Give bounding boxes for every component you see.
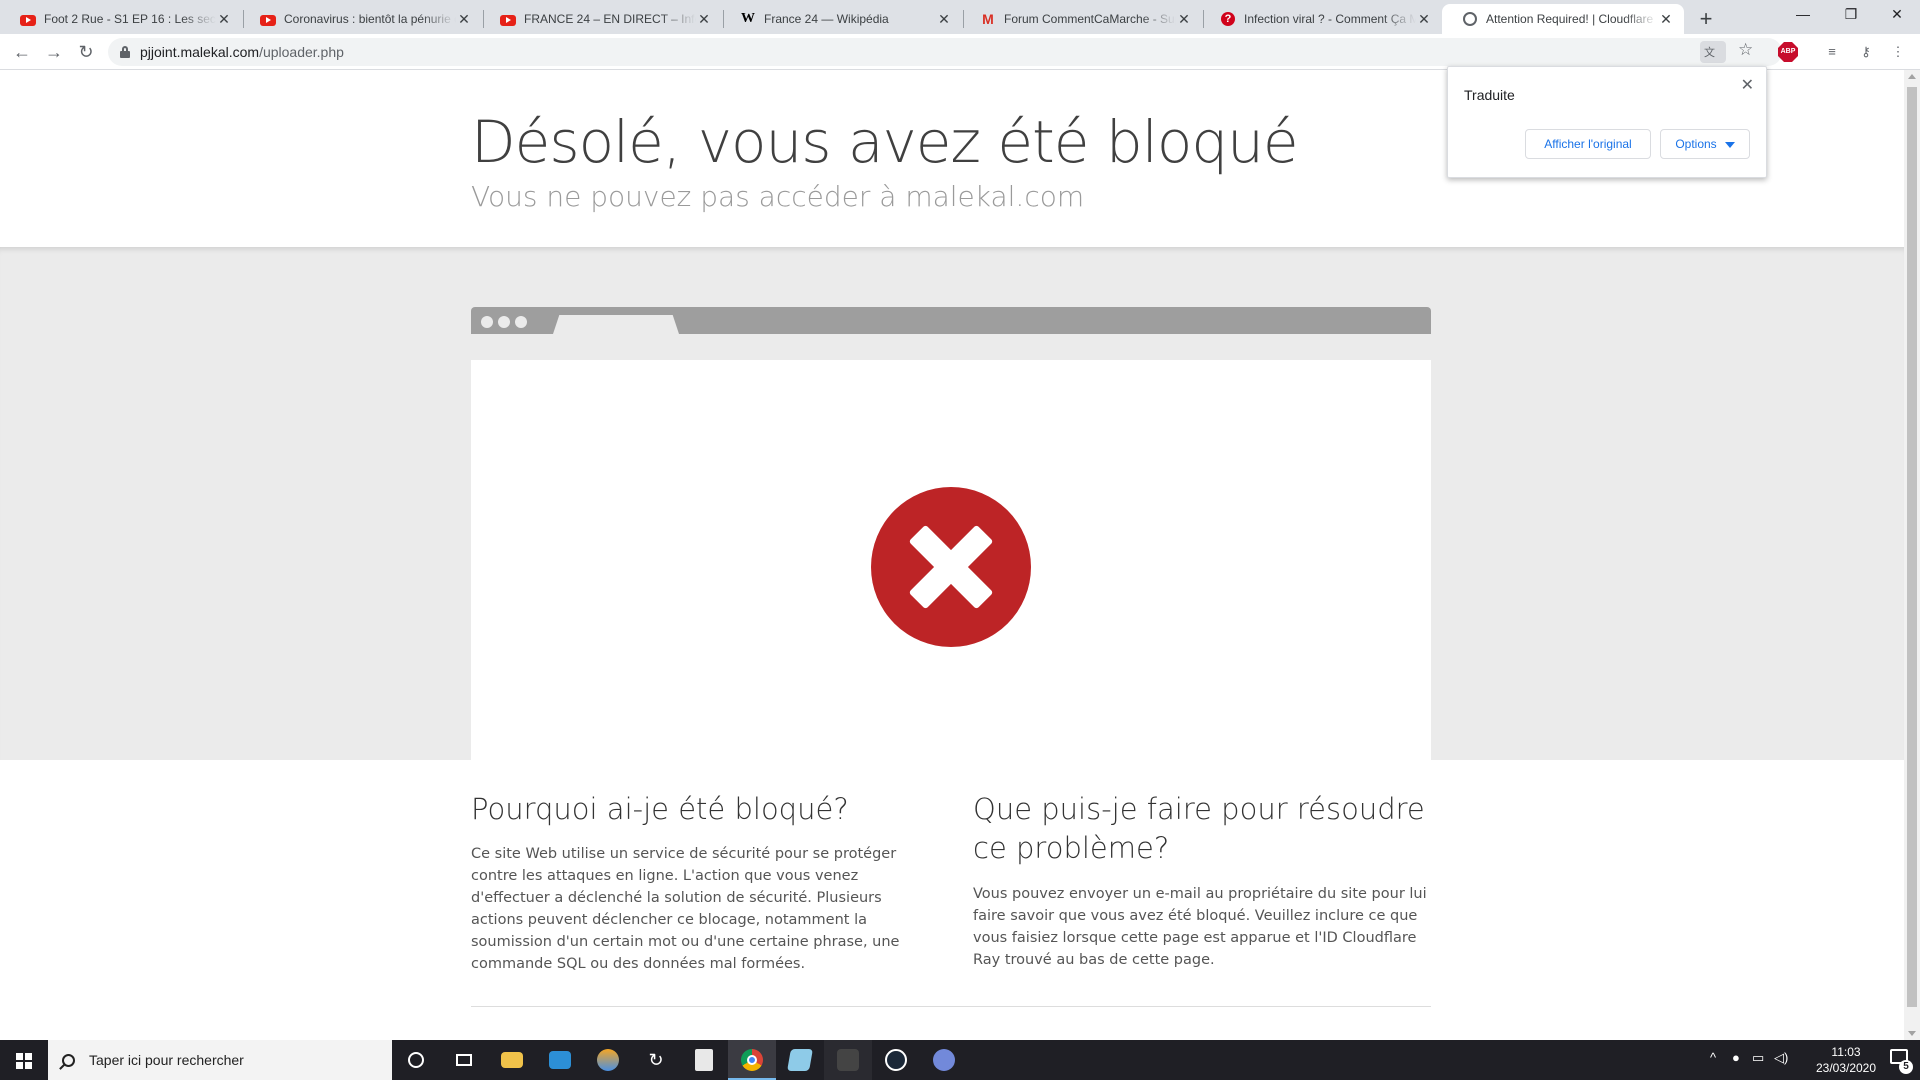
close-icon[interactable]: ✕: [1658, 11, 1674, 27]
close-icon[interactable]: ✕: [936, 11, 952, 27]
window-dot: [481, 316, 493, 328]
page-content: Désolé, vous avez été bloqué Vous ne pou…: [0, 70, 1904, 1040]
lock-icon[interactable]: [120, 46, 130, 58]
tab-cloudflare-active[interactable]: Attention Required! | Cloudflare ✕: [1442, 4, 1684, 34]
sync-icon[interactable]: ↻: [632, 1040, 680, 1080]
chrome-icon[interactable]: [728, 1040, 776, 1080]
options-label: Options: [1675, 137, 1717, 151]
system-tray: ^ ● ▭ ◁) 11:03 23/03/2020 5: [1700, 1040, 1920, 1080]
notification-count-badge: 5: [1899, 1060, 1913, 1074]
forward-button[interactable]: →: [40, 38, 68, 66]
tab-commentcamarche-forum[interactable]: M Forum CommentCaMarche - Support ✕: [960, 4, 1202, 34]
youtube-icon: [500, 14, 516, 26]
close-icon[interactable]: ✕: [1176, 11, 1192, 27]
scroll-down-icon[interactable]: [1908, 1031, 1916, 1036]
tab-france24-direct[interactable]: FRANCE 24 – EN DIRECT – Info et ✕: [480, 4, 722, 34]
window-dot: [498, 316, 510, 328]
search-icon: [62, 1053, 75, 1067]
close-icon[interactable]: ✕: [1741, 75, 1754, 95]
browser-illustration-window: [471, 360, 1431, 760]
tab-title: Forum CommentCaMarche - Support: [1004, 12, 1176, 26]
popup-title: Traduite: [1464, 87, 1515, 103]
translate-icon[interactable]: [1700, 41, 1726, 63]
browser-toolbar: ← → ↻ pjjoint.malekal.com/uploader.php ☆…: [0, 34, 1920, 70]
volume-icon[interactable]: ◁): [1774, 1050, 1788, 1066]
url-host: pjjoint.malekal.com: [140, 44, 260, 60]
tab-infection-viral[interactable]: ? Infection viral ? - Comment Ça Marche …: [1200, 4, 1442, 34]
question-icon: ?: [1221, 12, 1235, 26]
gmail-icon: M: [982, 11, 994, 27]
page-scrollbar[interactable]: [1904, 70, 1920, 1040]
translate-popup: Traduite ✕ Afficher l'original Options: [1447, 66, 1767, 178]
how-to-fix-heading: Que puis-je faire pour résoudre ce probl…: [973, 792, 1425, 865]
back-button[interactable]: ←: [8, 38, 36, 66]
calculator-icon[interactable]: [680, 1040, 728, 1080]
wikipedia-icon: W: [741, 11, 755, 26]
steam-icon[interactable]: [872, 1040, 920, 1080]
windows-logo-icon: [16, 1053, 32, 1069]
tab-strip: Foot 2 Rue - S1 EP 16 : Les secrets ✕ Co…: [0, 0, 1920, 34]
close-icon[interactable]: ✕: [216, 11, 232, 27]
close-icon[interactable]: ✕: [1416, 11, 1432, 27]
adblock-plus-icon[interactable]: ABP: [1778, 42, 1798, 62]
tab-foot2rue[interactable]: Foot 2 Rue - S1 EP 16 : Les secrets ✕: [0, 4, 242, 34]
window-dot: [515, 316, 527, 328]
bookmark-star-icon[interactable]: ☆: [1738, 40, 1753, 60]
reload-button[interactable]: ↻: [72, 38, 100, 66]
playlist-icon[interactable]: ≡: [1822, 42, 1842, 62]
tab-title: Coronavirus : bientôt la pénurie de: [284, 12, 456, 26]
error-x-icon: [871, 487, 1031, 647]
chevron-up-icon[interactable]: ^: [1710, 1050, 1716, 1065]
windows-taskbar: Taper ici pour rechercher ↻ ^ ● ▭ ◁) 11:…: [0, 1040, 1920, 1080]
discord-icon[interactable]: [920, 1040, 968, 1080]
tab-title: France 24 — Wikipédia: [764, 12, 889, 26]
divider: [471, 1006, 1431, 1007]
cortana-icon[interactable]: [392, 1040, 440, 1080]
why-blocked-text: Ce site Web utilise un service de sécuri…: [471, 846, 900, 972]
youtube-icon: [20, 14, 36, 26]
scroll-thumb[interactable]: [1907, 87, 1917, 1007]
tab-wikipedia[interactable]: W France 24 — Wikipédia ✕: [720, 4, 962, 34]
tab-title: FRANCE 24 – EN DIRECT – Info et: [524, 12, 696, 26]
clock-time[interactable]: 11:03: [1814, 1045, 1878, 1059]
nba-icon[interactable]: [824, 1040, 872, 1080]
globe-icon: [1463, 12, 1477, 26]
key-icon[interactable]: ⚷: [1856, 42, 1876, 62]
window-close-button[interactable]: ✕: [1874, 0, 1920, 30]
caret-down-icon: [1724, 141, 1735, 148]
network-icon[interactable]: ▭: [1752, 1050, 1764, 1066]
scroll-up-icon[interactable]: [1908, 74, 1916, 79]
options-button[interactable]: Options: [1660, 129, 1750, 159]
page-title: Désolé, vous avez été bloqué: [471, 108, 1299, 176]
menu-icon[interactable]: ⋮: [1888, 42, 1908, 62]
url-path: /uploader.php: [259, 44, 344, 60]
control-panel-icon[interactable]: [536, 1040, 584, 1080]
address-bar[interactable]: pjjoint.malekal.com/uploader.php: [108, 38, 1782, 66]
file-explorer-icon[interactable]: [488, 1040, 536, 1080]
browser-illustration-tab: [553, 315, 679, 334]
minimize-button[interactable]: —: [1780, 0, 1826, 30]
task-view-icon[interactable]: [440, 1040, 488, 1080]
close-icon[interactable]: ✕: [456, 11, 472, 27]
tab-coronavirus[interactable]: Coronavirus : bientôt la pénurie de ✕: [240, 4, 482, 34]
new-tab-button[interactable]: +: [1692, 6, 1720, 34]
taskbar-search[interactable]: Taper ici pour rechercher: [48, 1040, 392, 1080]
why-blocked-heading: Pourquoi ai-je été bloqué?: [471, 792, 849, 826]
show-original-button[interactable]: Afficher l'original: [1525, 129, 1651, 159]
microphone-icon[interactable]: ●: [1732, 1050, 1740, 1065]
notepad-icon[interactable]: [776, 1040, 824, 1080]
youtube-icon: [260, 14, 276, 26]
tab-title: Foot 2 Rue - S1 EP 16 : Les secrets: [44, 12, 216, 26]
page-subtitle: Vous ne pouvez pas accéder à malekal.com: [471, 180, 1085, 213]
tab-title: Infection viral ? - Comment Ça Marche: [1244, 12, 1416, 26]
restore-button[interactable]: ❐: [1828, 0, 1874, 30]
browser-illustration-bar: [471, 307, 1431, 334]
tab-title: Attention Required! | Cloudflare: [1486, 12, 1654, 26]
how-to-fix-text: Vous pouvez envoyer un e-mail au proprié…: [973, 886, 1427, 968]
close-icon[interactable]: ✕: [696, 11, 712, 27]
browser-icon[interactable]: [584, 1040, 632, 1080]
search-placeholder: Taper ici pour rechercher: [89, 1052, 244, 1068]
start-button[interactable]: [0, 1040, 48, 1080]
clock-date[interactable]: 23/03/2020: [1814, 1061, 1878, 1075]
